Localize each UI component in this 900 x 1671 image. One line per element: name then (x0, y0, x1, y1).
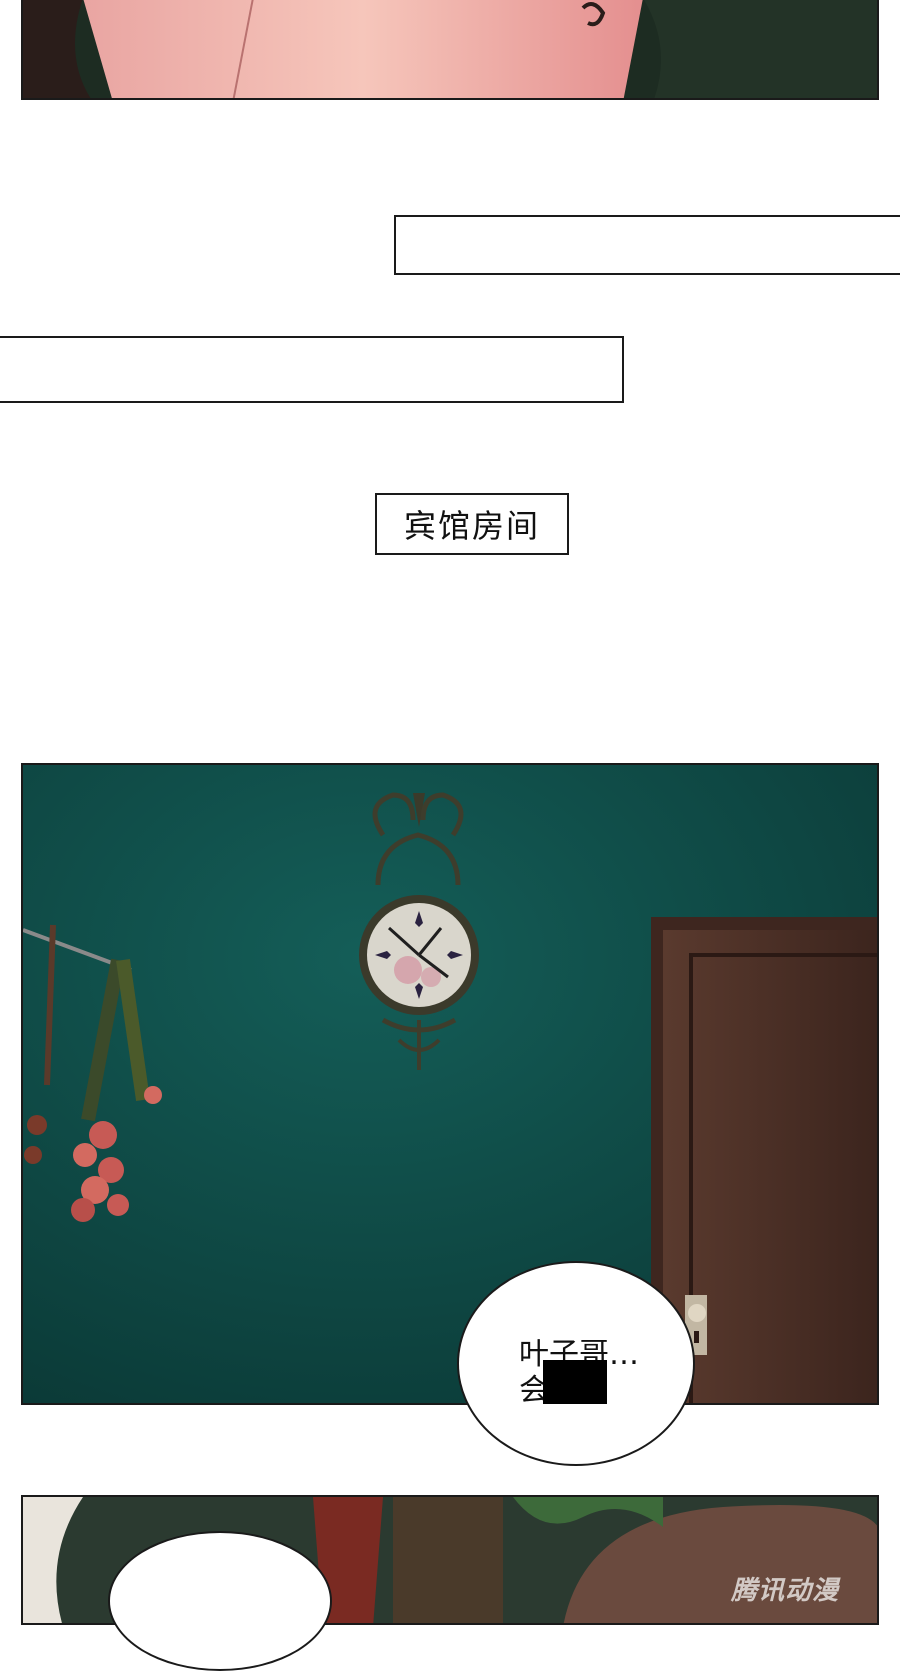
narration-box-empty-1 (394, 215, 900, 275)
speech-bubble: 叶子哥… 会 吗? (457, 1261, 695, 1466)
censor-bar (543, 1360, 607, 1404)
location-caption: 宾馆房间 (375, 493, 569, 555)
narration-box-empty-2 (0, 336, 624, 403)
clock-wall-panel (21, 763, 879, 1405)
clock-wall-art (23, 765, 877, 1403)
speech-bubble-empty (108, 1531, 332, 1671)
watermark-logo: 腾讯动漫 (730, 1576, 839, 1606)
location-caption-text: 宾馆房间 (403, 507, 540, 545)
top-panel-face-closeup (21, 0, 879, 100)
face-closeup-art (23, 0, 877, 98)
